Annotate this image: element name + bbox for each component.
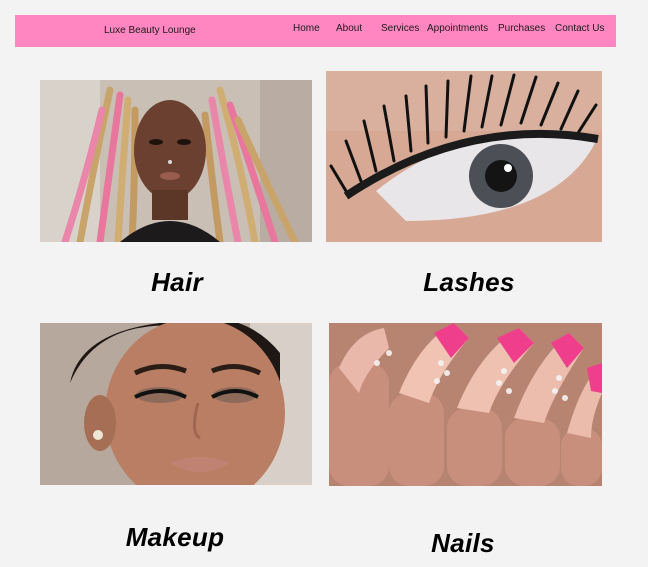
navbar: Luxe Beauty Lounge Home About Services A… — [15, 15, 616, 47]
brand-name[interactable]: Luxe Beauty Lounge — [104, 25, 196, 36]
lashes-image[interactable] — [326, 71, 602, 242]
nav-link-services[interactable]: Services — [381, 23, 419, 34]
nav-link-contact-us[interactable]: Contact Us — [555, 23, 604, 34]
nails-image[interactable] — [329, 323, 602, 486]
makeup-image[interactable] — [40, 323, 312, 485]
lashes-photo-illustration — [326, 71, 602, 242]
nav-link-home[interactable]: Home — [293, 23, 320, 34]
nails-caption: Nails — [431, 528, 495, 558]
nav-link-appointments[interactable]: Appointments — [427, 23, 488, 34]
hair-caption: Hair — [151, 267, 203, 297]
nav-link-about[interactable]: About — [336, 23, 362, 34]
makeup-caption: Makeup — [125, 522, 225, 552]
makeup-photo-illustration — [40, 323, 312, 485]
hair-photo-illustration — [40, 80, 312, 242]
hair-image[interactable] — [40, 80, 312, 242]
lashes-caption: Lashes — [423, 267, 515, 297]
nav-link-purchases[interactable]: Purchases — [498, 23, 545, 34]
nails-photo-illustration — [329, 323, 602, 486]
